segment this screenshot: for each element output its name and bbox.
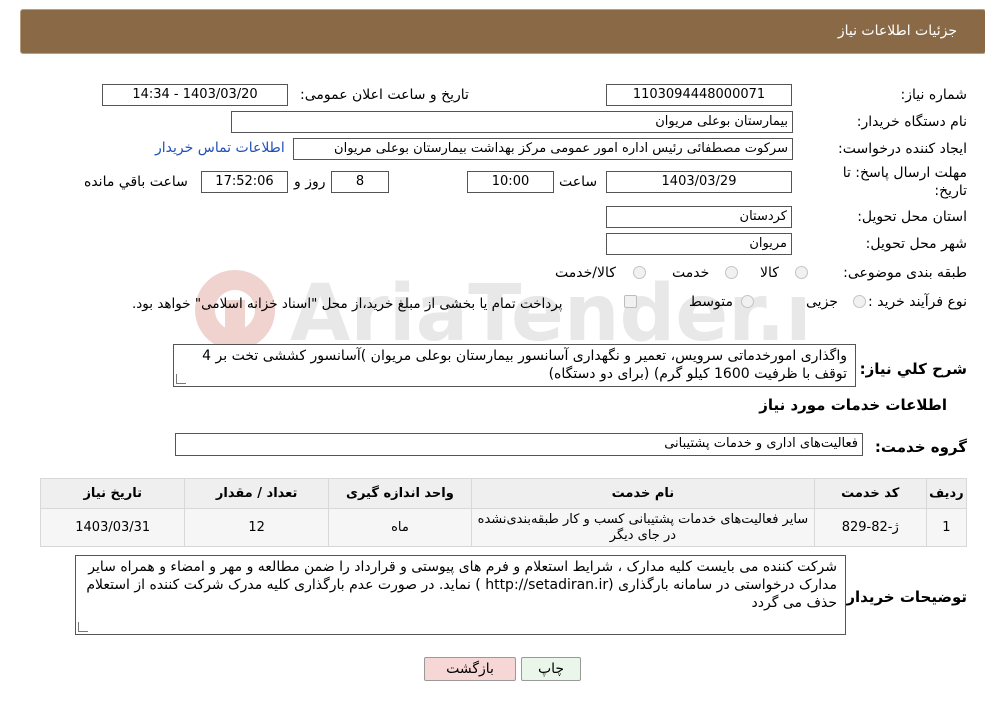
col-unit: واحد اندازه گیری <box>327 478 473 509</box>
buyer-org-field: بیمارستان بوعلی مریوان <box>231 111 793 133</box>
deadline-date-field: 1403/03/29 <box>606 171 792 193</box>
page-header: جزئیات اطلاعات نیاز <box>20 9 985 54</box>
services-section-title: اطلاعات خدمات مورد نیاز <box>759 396 947 414</box>
cell-index: 1 <box>925 508 968 547</box>
col-name: نام خدمت <box>471 478 815 509</box>
deadline-time-field: 10:00 <box>467 171 554 193</box>
service-group-field: فعالیت‌های اداری و خدمات پشتیبانی <box>175 433 863 456</box>
buyer-notes-label: توضیحات خریدار: <box>840 588 967 606</box>
category-option-goods: کالا <box>760 265 779 281</box>
category-label: طبقه بندی موضوعی: <box>843 265 967 281</box>
services-table: ردیف کد خدمت نام خدمت واحد اندازه گیری ت… <box>39 478 968 547</box>
table-header-row: ردیف کد خدمت نام خدمت واحد اندازه گیری ت… <box>39 478 968 509</box>
announce-date-label: تاریخ و ساعت اعلان عمومی: <box>300 87 469 103</box>
category-radio-goods-service[interactable] <box>633 266 646 279</box>
deadline-label-date: تاریخ: <box>934 183 967 199</box>
col-date: تاریخ نیاز <box>39 478 186 509</box>
cell-date: 1403/03/31 <box>39 508 186 547</box>
process-option-medium: متوسط <box>689 294 733 310</box>
description-textarea[interactable]: واگذاری امورخدماتی سرویس، تعمیر و نگهدار… <box>173 344 856 387</box>
province-label: استان محل تحویل: <box>857 209 967 225</box>
province-field: کردستان <box>606 206 792 228</box>
creator-field: سرکوت مصطفائی رئیس اداره امور عمومی مرکز… <box>293 138 793 160</box>
description-text: واگذاری امورخدماتی سرویس، تعمیر و نگهدار… <box>202 348 847 382</box>
remaining-time-field: 17:52:06 <box>201 171 288 193</box>
process-radio-minor[interactable] <box>853 295 866 308</box>
category-radio-service[interactable] <box>725 266 738 279</box>
resize-grip-icon[interactable] <box>78 622 88 632</box>
buyer-notes-textarea[interactable]: شرکت کننده می بایست کلیه مدارک ، شرایط ا… <box>75 555 846 635</box>
col-code: کد خدمت <box>813 478 927 509</box>
city-label: شهر محل تحویل: <box>865 236 967 252</box>
need-number-label: شماره نیاز: <box>900 87 968 103</box>
process-radio-medium[interactable] <box>741 295 754 308</box>
back-button[interactable]: بازگشت <box>424 657 516 681</box>
buyer-contact-link[interactable]: اطلاعات تماس خریدار <box>155 140 285 156</box>
city-field: مریوان <box>606 233 792 255</box>
deadline-time-label: ساعت <box>559 174 598 190</box>
table-row: 1 ژ-82-829 سایر فعالیت‌های خدمات پشتیبان… <box>39 508 968 547</box>
process-option-minor: جزیی <box>806 294 838 310</box>
need-number-field: 1103094448000071 <box>606 84 792 106</box>
days-field: 8 <box>331 171 389 193</box>
cell-name: سایر فعالیت‌های خدمات پشتیبانی کسب و کار… <box>471 508 815 547</box>
col-qty: تعداد / مقدار <box>184 478 329 509</box>
cell-code: ژ-82-829 <box>813 508 927 547</box>
cell-qty: 12 <box>184 508 329 547</box>
deadline-label: مهلت ارسال پاسخ: تا <box>842 165 967 181</box>
remaining-time-label: ساعت باقي مانده <box>84 174 188 190</box>
category-option-goods-service: کالا/خدمت <box>555 265 616 281</box>
buyer-notes-text: شرکت کننده می بایست کلیه مدارک ، شرایط ا… <box>86 559 837 611</box>
buyer-org-label: نام دستگاه خریدار: <box>856 114 967 130</box>
creator-label: ایجاد کننده درخواست: <box>838 141 967 157</box>
days-label: روز و <box>294 174 326 190</box>
category-option-service: خدمت <box>672 265 710 281</box>
treasury-payment-checkbox[interactable] <box>624 295 637 308</box>
service-group-label: گروه خدمت: <box>874 438 967 456</box>
col-index: ردیف <box>925 478 968 509</box>
page-title: جزئیات اطلاعات نیاز <box>837 23 957 39</box>
category-radio-goods[interactable] <box>795 266 808 279</box>
description-label: شرح کلي نياز: <box>859 360 967 378</box>
resize-grip-icon[interactable] <box>176 374 186 384</box>
print-button[interactable]: چاپ <box>521 657 581 681</box>
cell-unit: ماه <box>327 508 473 547</box>
process-label: نوع فرآیند خرید : <box>868 294 967 310</box>
announce-date-field: 1403/03/20 - 14:34 <box>102 84 288 106</box>
treasury-payment-note: پرداخت تمام یا بخشی از مبلغ خرید،از محل … <box>132 296 563 312</box>
